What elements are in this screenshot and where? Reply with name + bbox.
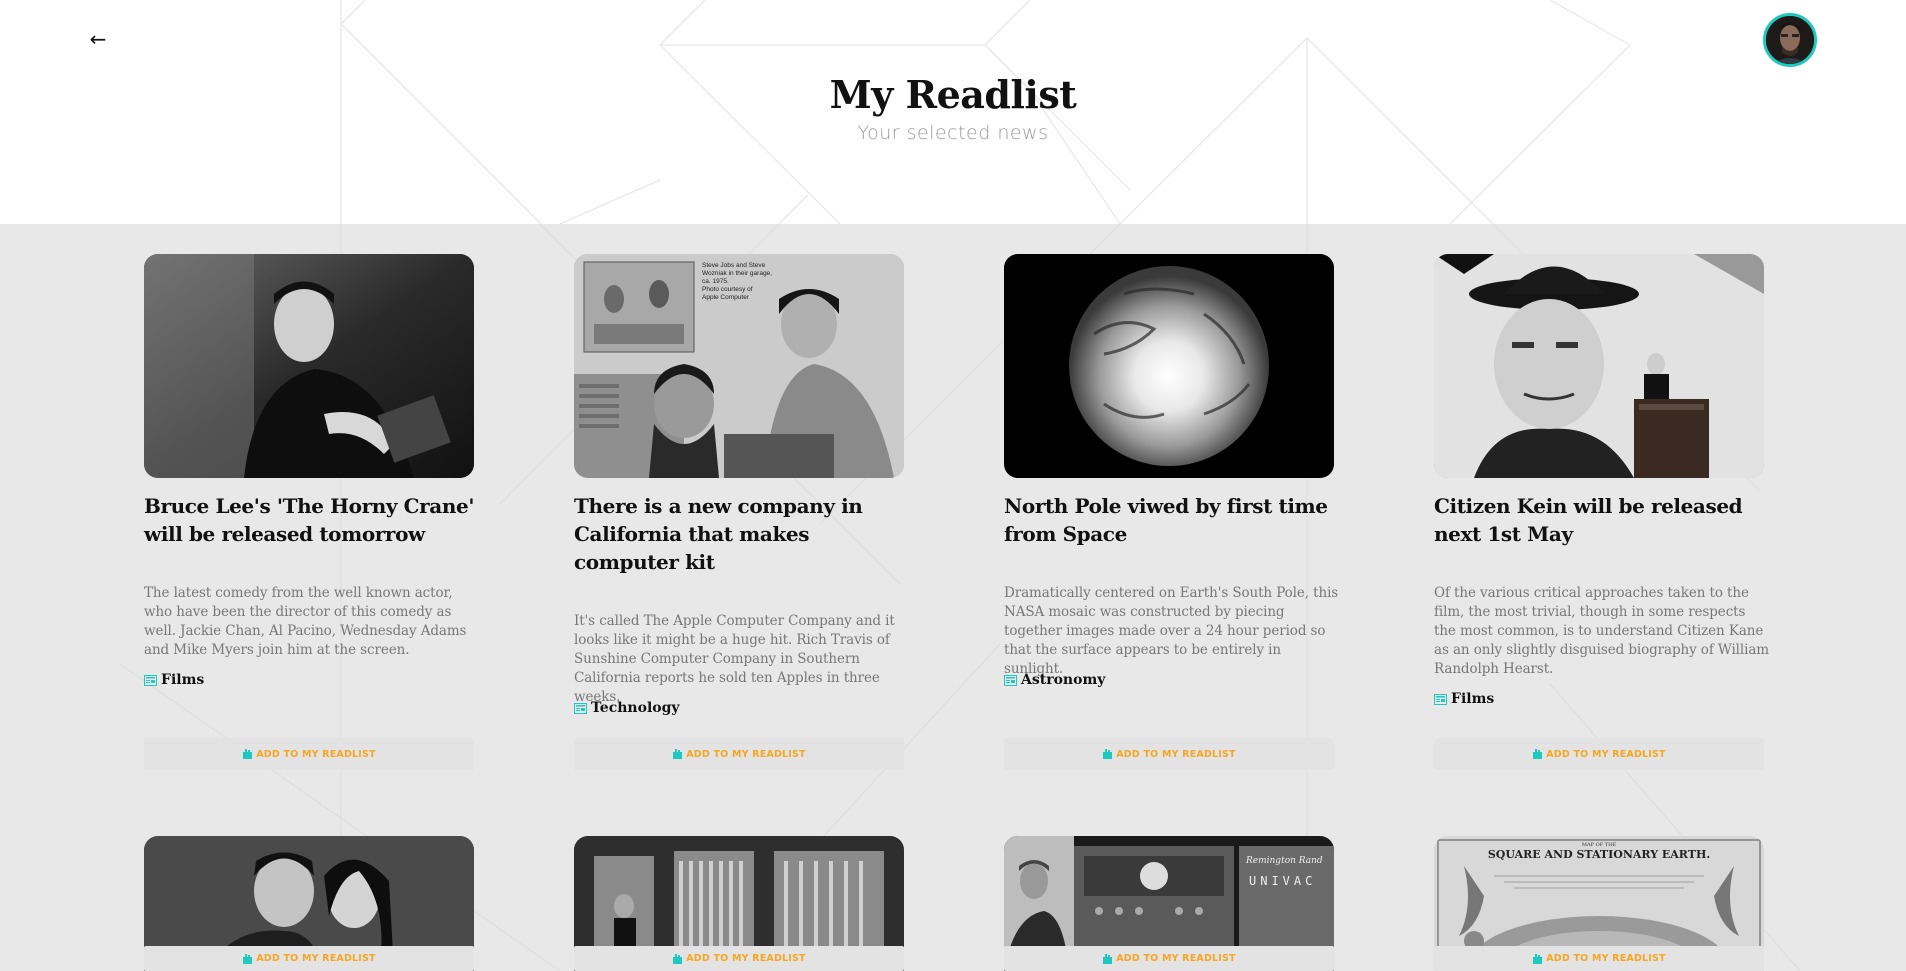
readlist-grid: Bruce Lee's 'The Horny Crane' will be re… [0,224,1906,971]
card-category[interactable]: Films [1434,691,1494,707]
add-to-readlist-label: ADD TO MY READLIST [686,953,806,964]
card-image[interactable]: Steve Jobs and Steve Wozniak in their ga… [574,254,904,478]
bookmark-add-icon [1103,953,1113,964]
add-to-readlist-label: ADD TO MY READLIST [686,748,806,760]
bookmark-add-icon [673,953,683,964]
earth-from-space-photo [1004,254,1334,478]
bookmark-add-icon [673,749,683,759]
remington-label: Remington Rand [1246,856,1323,866]
caption-line: Steve Jobs and Steve [702,262,766,269]
add-to-readlist-button[interactable]: ADD TO MY READLIST [574,946,904,971]
bookmark-add-icon [243,749,253,759]
map-title: SQUARE AND STATIONARY EARTH. [1487,848,1711,861]
add-to-readlist-label: ADD TO MY READLIST [1116,953,1236,964]
card-description: Dramatically centered on Earth's South P… [1004,585,1339,677]
add-to-readlist-button[interactable]: ADD TO MY READLIST [1004,946,1334,971]
card-description: Of the various critical approaches taken… [1434,585,1769,677]
univac-label: UNIVAC [1249,874,1317,888]
newspaper-icon [144,674,157,686]
add-to-readlist-button[interactable]: ADD TO MY READLIST [144,738,474,770]
card-image[interactable] [1004,254,1334,478]
add-to-readlist-button[interactable]: ADD TO MY READLIST [1004,738,1334,770]
caption-line: ca. 1975. [702,278,729,285]
avatar-portrait [1766,16,1814,64]
card-description: It's called The Apple Computer Company a… [574,613,895,705]
newspaper-icon [1004,674,1017,686]
card-category-label: Films [161,672,205,688]
card-title[interactable]: Bruce Lee's 'The Horny Crane' will be re… [144,492,484,548]
newspaper-icon [1434,693,1447,705]
caption-line: Photo courtesy of [702,286,753,293]
caption-line: Wozniak in their garage, [702,270,772,277]
bookmark-add-icon [1533,749,1543,759]
card-description: The latest comedy from the well known ac… [144,585,467,658]
citizen-kane-photo [1434,254,1764,478]
news-card[interactable]: ADD TO MY READLIST [574,836,904,971]
page-header: ← My Readlist Your selected news [0,0,1906,224]
card-image[interactable] [1434,254,1764,478]
add-to-readlist-label: ADD TO MY READLIST [1116,748,1236,760]
page-subtitle: Your selected news [857,122,1049,144]
photo-caption: Steve Jobs and Steve Wozniak in their ga… [702,262,822,302]
card-title[interactable]: There is a new company in California tha… [574,492,914,576]
card-category-label: Technology [591,700,680,716]
news-card[interactable]: Remington Rand UNIVAC ADD TO MY READLIST [1004,836,1334,971]
add-to-readlist-button[interactable]: ADD TO MY READLIST [1434,738,1764,770]
bookmark-add-icon [1103,749,1113,759]
bruce-lee-photo [144,254,474,478]
caption-line: Apple Computer [702,294,749,301]
card-title[interactable]: Citizen Kein will be released next 1st M… [1434,492,1774,548]
add-to-readlist-button[interactable]: ADD TO MY READLIST [144,946,474,971]
news-card[interactable]: Bruce Lee's 'The Horny Crane' will be re… [144,254,474,774]
card-image[interactable] [144,254,474,478]
back-arrow-icon[interactable]: ← [84,24,112,54]
news-card[interactable]: ADD TO MY READLIST [144,836,474,971]
news-card[interactable]: North Pole viwed by first time from Spac… [1004,254,1338,774]
bookmark-add-icon [1533,953,1543,964]
add-to-readlist-button[interactable]: ADD TO MY READLIST [1434,946,1764,971]
page-title: My Readlist [829,72,1077,117]
user-avatar[interactable] [1763,13,1817,67]
card-category[interactable]: Technology [574,700,680,716]
add-to-readlist-label: ADD TO MY READLIST [1546,953,1666,964]
add-to-readlist-label: ADD TO MY READLIST [1546,748,1666,760]
card-category[interactable]: Films [144,672,204,688]
card-title[interactable]: North Pole viwed by first time from Spac… [1004,492,1344,548]
add-to-readlist-button[interactable]: ADD TO MY READLIST [574,738,904,770]
card-category-label: Astronomy [1021,672,1106,688]
add-to-readlist-label: ADD TO MY READLIST [256,748,376,760]
card-category-label: Films [1451,691,1495,707]
news-card[interactable]: MAP OF THE SQUARE AND STATIONARY EARTH. … [1434,836,1764,971]
newspaper-icon [574,702,587,714]
add-to-readlist-label: ADD TO MY READLIST [256,953,376,964]
news-card[interactable]: Steve Jobs and Steve Wozniak in their ga… [574,254,904,774]
card-category[interactable]: Astronomy [1004,672,1105,688]
news-card[interactable]: Citizen Kein will be released next 1st M… [1434,254,1769,774]
bookmark-add-icon [243,953,253,964]
